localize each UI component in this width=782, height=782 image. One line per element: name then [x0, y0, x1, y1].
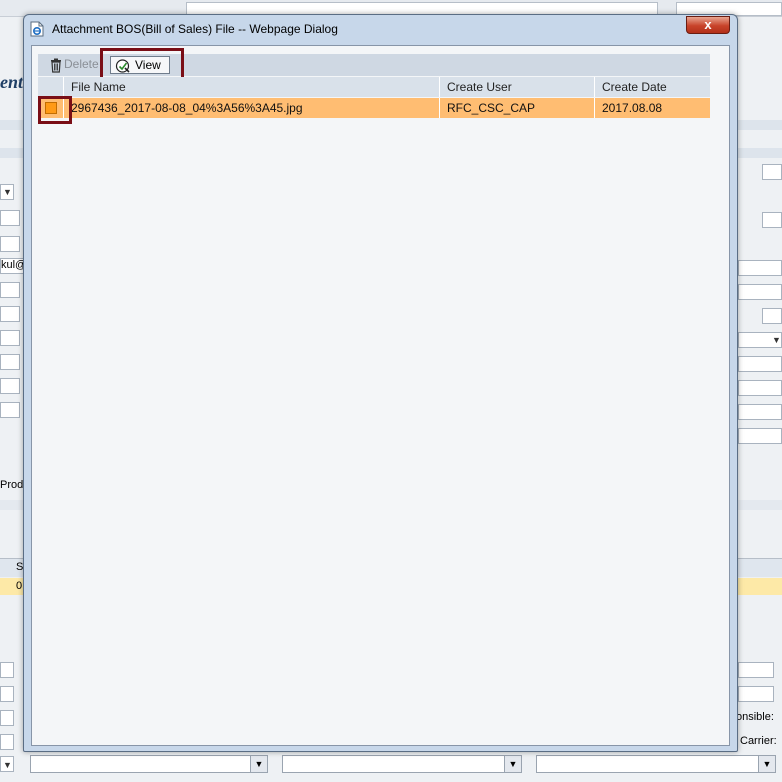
close-icon: x [704, 17, 712, 32]
background-select: ▼ [282, 755, 522, 773]
background-field [762, 212, 782, 228]
background-field [738, 428, 782, 444]
chevron-down-icon: ▼ [772, 335, 781, 345]
column-header-file-name[interactable]: File Name [63, 77, 439, 97]
background-field [0, 236, 20, 252]
background-field [0, 686, 14, 702]
dialog-titlebar[interactable]: Attachment BOS(Bill of Sales) File -- We… [24, 15, 737, 43]
chevron-down-icon: ▼ [504, 756, 521, 772]
attachment-dialog: Attachment BOS(Bill of Sales) File -- We… [23, 14, 738, 752]
background-field [0, 306, 20, 322]
background-field [738, 662, 774, 678]
chevron-down-icon: ▼ [758, 756, 775, 772]
background-row-fragment: 0 [16, 580, 23, 592]
background-carrier-label: Carrier: [740, 735, 777, 747]
background-field [0, 734, 14, 750]
trash-icon [51, 58, 61, 73]
background-field [738, 356, 782, 372]
background-field [738, 686, 774, 702]
background-product-label: Prod [0, 479, 24, 491]
table-row[interactable]: 2967436_2017-08-08_04%3A56%3A45.jpg RFC_… [38, 98, 710, 118]
chevron-down-icon: ▼ [250, 756, 267, 772]
background-field [738, 260, 782, 276]
background-field [738, 284, 782, 300]
delete-button-label: Delete [64, 57, 99, 71]
background-field [0, 210, 20, 226]
cell-create-user: RFC_CSC_CAP [439, 98, 594, 118]
grid-header-select [38, 77, 63, 97]
cell-file-name[interactable]: 2967436_2017-08-08_04%3A56%3A45.jpg [63, 98, 439, 118]
background-field [0, 330, 20, 346]
background-field [0, 662, 14, 678]
background-select: ▼ [30, 755, 268, 773]
cell-create-date: 2017.08.08 [594, 98, 710, 118]
background-select: ▼ [536, 755, 776, 773]
delete-button[interactable]: Delete [44, 56, 103, 74]
background-field [762, 308, 782, 324]
dialog-content: Delete View File Name Create User Create… [31, 45, 730, 746]
ie-page-icon [30, 21, 44, 37]
column-header-create-user[interactable]: Create User [439, 77, 594, 97]
attachment-grid-header: File Name Create User Create Date [38, 77, 710, 97]
column-header-create-date[interactable]: Create Date [594, 77, 710, 97]
dialog-title: Attachment BOS(Bill of Sales) File -- We… [52, 22, 338, 36]
background-field [0, 402, 20, 418]
chevron-down-icon: ▼ [3, 187, 12, 197]
background-field [0, 354, 20, 370]
chevron-down-icon: ▼ [3, 760, 12, 770]
background-field [0, 378, 20, 394]
background-field [0, 282, 20, 298]
row-checkbox-highlight [38, 96, 72, 124]
close-button[interactable]: x [686, 16, 730, 34]
background-responsible-label: onsible: [736, 711, 774, 723]
background-field [738, 380, 782, 396]
background-field [0, 710, 14, 726]
background-field [738, 404, 782, 420]
background-field [762, 164, 782, 180]
